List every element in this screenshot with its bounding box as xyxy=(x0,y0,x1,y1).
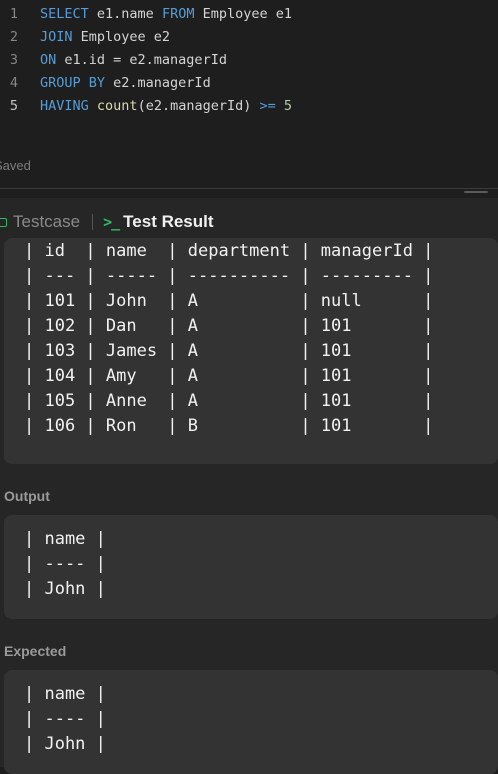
code-token: 5 xyxy=(283,98,293,114)
panel-divider[interactable] xyxy=(0,188,498,189)
table-row: | ---- | xyxy=(24,554,106,574)
expected-label: Expected xyxy=(4,643,67,659)
code-token: JOIN xyxy=(40,29,73,45)
code-token: >= xyxy=(259,98,276,114)
line-number: 5 xyxy=(9,98,18,114)
line-number: 1 xyxy=(9,6,18,22)
table-row: | id | name | department | managerId | xyxy=(24,241,434,261)
code-token: GROUP BY xyxy=(40,75,106,91)
code-token: SELECT xyxy=(40,6,89,22)
table-row: | --- | ----- | ---------- | --------- | xyxy=(24,266,434,286)
code-token: FROM xyxy=(161,6,195,22)
code-token: Employee e2 xyxy=(72,29,171,45)
code-text: SELECT e1.name FROM Employee e1 xyxy=(40,3,292,25)
table-row: | John | xyxy=(24,734,106,754)
code-token: HAVING xyxy=(40,98,89,114)
resize-handle[interactable] xyxy=(464,191,488,193)
output-box: | name | | ---- | | John | xyxy=(4,515,498,619)
table-row: | 102 | Dan | A | 101 | xyxy=(24,316,434,336)
checkbox-icon xyxy=(0,217,7,227)
code-token: e1.name xyxy=(88,6,162,22)
table-row: | 105 | Anne | A | 101 | xyxy=(24,391,434,411)
table-row: | 106 | Ron | B | 101 | xyxy=(24,416,434,436)
line-number: 4 xyxy=(9,75,18,91)
table-row: | John | xyxy=(24,579,106,599)
input-table-box: | id | name | department | managerId | | … xyxy=(4,238,498,464)
line-number: 3 xyxy=(9,52,18,68)
output-label: Output xyxy=(4,488,50,504)
tab-testcase[interactable]: Testcase xyxy=(0,208,80,236)
code-text: ON e1.id = e2.managerId xyxy=(40,49,227,71)
tab-test-result-label: Test Result xyxy=(123,212,214,231)
code-token: (e2.managerId) xyxy=(137,98,260,114)
table-row: | 101 | John | A | null | xyxy=(24,291,434,311)
code-text: GROUP BY e2.managerId xyxy=(40,72,211,94)
code-text: HAVING count(e2.managerId) >= 5 xyxy=(40,95,292,117)
tab-test-result[interactable]: >_ Test Result xyxy=(103,208,213,236)
code-editor[interactable]: 1 SELECT e1.name FROM Employee e1 2 JOIN Em… xyxy=(0,0,498,188)
table-row: | 103 | James | A | 101 | xyxy=(24,341,434,361)
table-row: | ---- | xyxy=(24,709,106,729)
save-status: Saved xyxy=(0,158,31,173)
code-token: e1.id = e2.managerId xyxy=(56,52,227,68)
terminal-prompt-icon: >_ xyxy=(103,213,120,231)
table-row: | name | xyxy=(24,529,106,549)
tab-testcase-label: Testcase xyxy=(13,212,81,231)
code-token: e2.managerId xyxy=(105,75,211,91)
tab-separator xyxy=(92,214,94,230)
code-token: count xyxy=(96,98,138,114)
expected-box: | name | | ---- | | John | xyxy=(4,670,498,774)
code-text: JOIN Employee e2 xyxy=(40,26,170,48)
console-panel: Testcase >_ Test Result | id | name | de… xyxy=(0,198,498,774)
table-row: | 104 | Amy | A | 101 | xyxy=(24,366,434,386)
line-number: 2 xyxy=(9,29,18,45)
code-token: Employee e1 xyxy=(194,6,292,22)
table-row: | name | xyxy=(24,684,106,704)
code-token: ON xyxy=(40,52,57,68)
console-tabs: Testcase >_ Test Result xyxy=(0,208,214,236)
